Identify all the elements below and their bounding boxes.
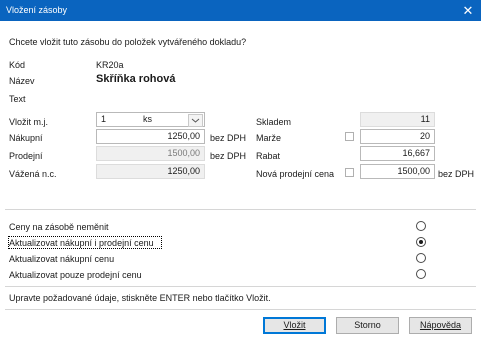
quantity-unit-field[interactable]: 1 ks	[96, 112, 205, 127]
insert-button[interactable]: Vložit	[263, 317, 326, 334]
vazena-label: Vážená n.c.	[9, 169, 57, 179]
vlozit-mj-label: Vložit m.j.	[9, 117, 49, 127]
dialog-title: Vložení zásoby	[6, 5, 68, 15]
new-sale-price-field[interactable]: 1500,00	[360, 164, 435, 179]
nazev-value: Skříňka rohová	[96, 73, 176, 85]
hint-text: Upravte požadované údaje, stiskněte ENTE…	[9, 293, 271, 303]
unit-value: ks	[143, 114, 152, 124]
option-label-update-both[interactable]: Aktualizovat nákupní i prodejní cenu	[9, 238, 154, 248]
purchase-vat-suffix: bez DPH	[210, 133, 247, 143]
sale-vat-suffix: bez DPH	[210, 151, 247, 161]
option-label-update-sale[interactable]: Aktualizovat pouze prodejní cenu	[9, 270, 142, 280]
radio-update-purchase[interactable]	[416, 253, 426, 263]
discount-field[interactable]: 16,667	[360, 146, 435, 161]
radio-update-sale[interactable]	[416, 269, 426, 279]
insert-button-label: Vložit	[283, 320, 306, 330]
quantity-value: 1	[101, 114, 107, 124]
unit-dropdown-button[interactable]	[188, 114, 203, 127]
insert-stock-dialog: Vložení zásoby ✕ Chcete vložit tuto záso…	[0, 0, 481, 343]
chevron-down-icon	[191, 118, 200, 123]
prompt-text: Chcete vložit tuto zásobu do položek vyt…	[9, 37, 247, 47]
divider	[5, 286, 476, 287]
skladem-label: Skladem	[256, 117, 292, 127]
nakupni-label: Nákupní	[9, 133, 43, 143]
close-icon[interactable]: ✕	[455, 0, 481, 21]
radio-keep-prices[interactable]	[416, 221, 426, 231]
help-button[interactable]: Nápověda	[409, 317, 472, 334]
radio-update-both[interactable]	[416, 237, 426, 247]
divider	[5, 309, 476, 310]
cancel-button[interactable]: Storno	[336, 317, 399, 334]
nazev-label: Název	[9, 76, 35, 86]
prodejni-label: Prodejní	[9, 151, 43, 161]
help-button-label: Nápověda	[419, 320, 462, 330]
option-label-update-purchase[interactable]: Aktualizovat nákupní cenu	[9, 254, 114, 264]
divider	[5, 209, 476, 210]
new-price-checkbox[interactable]	[345, 168, 354, 177]
new-price-vat-suffix: bez DPH	[438, 169, 475, 179]
margin-checkbox[interactable]	[345, 132, 354, 141]
sale-price-field: 1500,00	[96, 146, 205, 161]
weighted-cost-field: 1250,00	[96, 164, 205, 179]
rabat-label: Rabat	[256, 151, 281, 161]
nova-cena-label: Nová prodejní cena	[256, 169, 335, 179]
kod-value: KR20a	[96, 60, 124, 70]
cancel-button-label: Storno	[354, 320, 381, 330]
purchase-price-field[interactable]: 1250,00	[96, 129, 205, 144]
option-label-keep[interactable]: Ceny na zásobě neměnit	[9, 222, 109, 232]
kod-label: Kód	[9, 60, 26, 70]
title-bar: Vložení zásoby ✕	[0, 0, 481, 21]
stock-field: 11	[360, 112, 435, 127]
marze-label: Marže	[256, 133, 282, 143]
margin-field[interactable]: 20	[360, 129, 435, 144]
text-label: Text	[9, 94, 26, 104]
